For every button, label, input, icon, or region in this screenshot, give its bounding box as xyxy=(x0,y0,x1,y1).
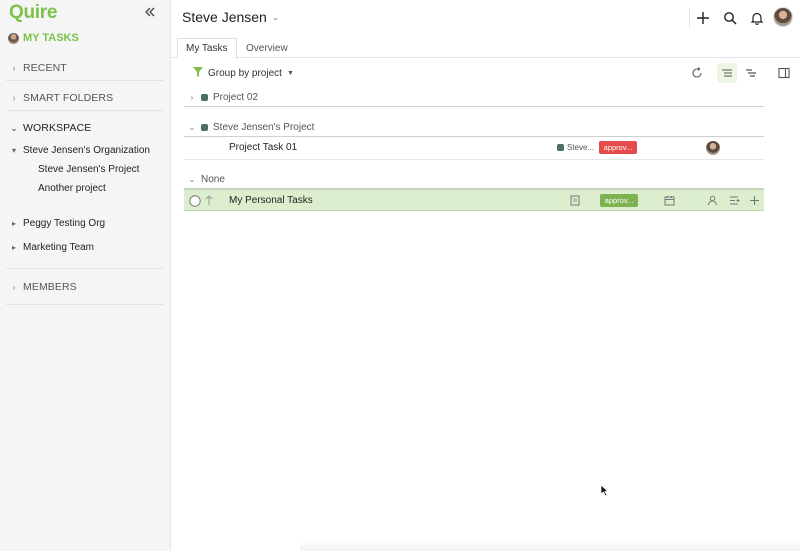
status-badge[interactable]: approv... xyxy=(599,141,637,154)
divider xyxy=(184,159,764,160)
page-title-text: Steve Jensen xyxy=(182,9,267,25)
assignee-icon[interactable] xyxy=(706,194,718,206)
sidebar-org-peggy-testing[interactable]: ▸ Peggy Testing Org xyxy=(0,213,105,233)
group-label: Steve Jensen's Project xyxy=(213,121,315,133)
sidebar-item-label: SMART FOLDERS xyxy=(23,92,114,104)
chevron-right-icon: › xyxy=(12,63,16,73)
project-color-dot xyxy=(557,144,564,151)
project-color-dot xyxy=(201,93,208,101)
tab-my-tasks[interactable]: My Tasks xyxy=(177,38,237,59)
org-label: Steve Jensen's Organization xyxy=(23,144,150,156)
chevron-right-icon: › xyxy=(12,282,16,292)
avatar[interactable] xyxy=(706,141,720,155)
sidebar-item-workspace[interactable]: ⌄ WORKSPACE xyxy=(0,117,171,139)
group-header-steve-jensens-project[interactable]: ⌄ Steve Jensen's Project xyxy=(184,118,764,136)
quire-logo[interactable]: Quire xyxy=(9,2,57,24)
panel-toggle-icon[interactable] xyxy=(774,63,794,83)
group-label: Project 02 xyxy=(213,91,259,103)
divider xyxy=(6,80,164,81)
divider xyxy=(6,304,164,305)
avatar xyxy=(8,32,19,44)
project-tag[interactable]: Steve... xyxy=(557,143,594,152)
window-shadow xyxy=(300,540,800,551)
mouse-cursor-icon xyxy=(600,484,610,500)
filter-icon xyxy=(193,67,203,80)
calendar-icon[interactable] xyxy=(663,194,675,206)
chevron-down-icon: ⌄ xyxy=(188,174,196,184)
sidebar-project-another-project[interactable]: Another project xyxy=(38,183,106,194)
project-tag-label: Steve... xyxy=(567,143,595,152)
tab-bar: My Tasks Overview xyxy=(171,36,800,59)
sidebar-item-recent[interactable]: › RECENT xyxy=(0,57,171,79)
avatar[interactable] xyxy=(773,7,793,27)
status-badge[interactable]: approv... xyxy=(600,194,638,207)
divider xyxy=(6,268,164,269)
divider xyxy=(689,8,690,28)
group-header-none[interactable]: ⌄ None xyxy=(184,170,764,188)
group-by-label: Group by project xyxy=(208,68,282,79)
subtask-icon[interactable] xyxy=(729,194,741,206)
refresh-icon[interactable] xyxy=(687,63,707,83)
list-view-icon[interactable] xyxy=(717,63,737,83)
page-title[interactable]: Steve Jensen ⌄ xyxy=(182,9,279,25)
add-icon[interactable] xyxy=(748,194,760,206)
group-label: None xyxy=(201,173,225,185)
complete-checkbox-icon[interactable] xyxy=(189,195,201,207)
sidebar-org-steve-jensen[interactable]: ▾ Steve Jensen's Organization xyxy=(0,140,150,160)
caret-right-icon: ▸ xyxy=(11,218,16,228)
description-icon[interactable] xyxy=(569,194,581,206)
divider xyxy=(6,110,164,111)
sidebar-item-smart-folders[interactable]: › SMART FOLDERS xyxy=(0,87,171,109)
sidebar-org-marketing-team[interactable]: ▸ Marketing Team xyxy=(0,237,94,257)
search-icon[interactable] xyxy=(722,10,738,26)
caret-down-icon: ▼ xyxy=(286,70,294,77)
chevron-down-icon: ⌄ xyxy=(10,122,18,133)
chevron-down-icon: ⌄ xyxy=(271,11,280,22)
toolbar: Group by project ▼ xyxy=(171,60,800,86)
divider xyxy=(184,106,764,107)
task-name[interactable]: My Personal Tasks xyxy=(229,195,313,206)
caret-right-icon: ▸ xyxy=(11,242,16,252)
sidebar-item-label: MY TASKS xyxy=(23,32,79,44)
org-label: Marketing Team xyxy=(23,241,94,253)
add-icon[interactable] xyxy=(695,10,711,26)
sidebar: Quire MY TASKS › RECENT › SMART FOLDERS … xyxy=(0,0,171,551)
caret-down-icon: ▾ xyxy=(11,145,16,155)
sidebar-item-label: RECENT xyxy=(23,62,67,74)
arrow-up-icon[interactable] xyxy=(203,194,215,206)
chevron-down-icon: ⌄ xyxy=(188,122,196,132)
task-name[interactable]: Project Task 01 xyxy=(229,142,297,153)
sidebar-item-my-tasks[interactable]: MY TASKS xyxy=(8,32,79,44)
group-header-project-02[interactable]: › Project 02 xyxy=(184,88,764,106)
project-color-dot xyxy=(201,123,208,131)
sidebar-project-steve-jensens-project[interactable]: Steve Jensen's Project xyxy=(38,164,139,175)
org-label: Peggy Testing Org xyxy=(23,217,106,229)
table-row[interactable]: Project Task 01 Steve... approv... xyxy=(184,137,764,159)
group-by-dropdown[interactable]: Group by project ▼ xyxy=(193,67,294,80)
chevron-right-icon: › xyxy=(12,93,16,103)
tab-overview[interactable]: Overview xyxy=(238,38,296,59)
collapse-sidebar-icon[interactable] xyxy=(143,5,157,19)
bell-icon[interactable] xyxy=(749,10,765,26)
sidebar-item-members[interactable]: › MEMBERS xyxy=(0,276,171,298)
sidebar-item-label: WORKSPACE xyxy=(23,122,92,134)
table-row[interactable]: My Personal Tasks approv... xyxy=(184,189,764,211)
sidebar-item-label: MEMBERS xyxy=(23,281,77,293)
header: Steve Jensen ⌄ xyxy=(171,0,800,36)
chevron-right-icon: › xyxy=(190,92,194,102)
timeline-view-icon[interactable] xyxy=(741,63,761,83)
